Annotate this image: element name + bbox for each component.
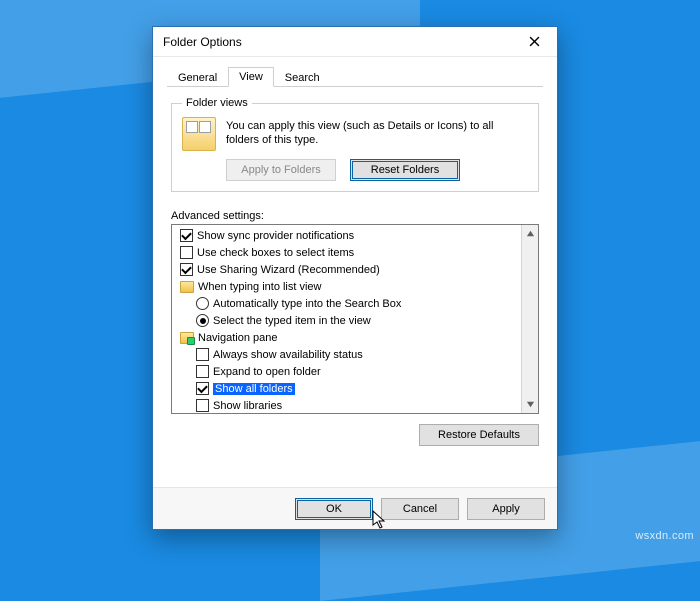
ok-button[interactable]: OK: [295, 498, 373, 520]
apply-button[interactable]: Apply: [467, 498, 545, 520]
advanced-settings-list[interactable]: Show sync provider notifications Use che…: [172, 225, 521, 413]
tab-view[interactable]: View: [228, 67, 274, 87]
scroll-down-button[interactable]: [522, 396, 538, 413]
item-label: Always show availability status: [213, 349, 363, 361]
list-item-show-all-folders[interactable]: Show all folders: [174, 380, 519, 397]
tab-general[interactable]: General: [167, 68, 228, 87]
list-item[interactable]: Always show availability status: [174, 346, 519, 363]
cancel-button[interactable]: Cancel: [381, 498, 459, 520]
tab-search[interactable]: Search: [274, 68, 331, 87]
scroll-up-button[interactable]: [522, 225, 538, 242]
checkbox-icon[interactable]: [196, 348, 209, 361]
checkbox-icon[interactable]: [180, 229, 193, 242]
navigation-pane-icon: [180, 332, 194, 344]
item-label-selected: Show all folders: [213, 383, 295, 395]
item-label: Navigation pane: [198, 332, 278, 344]
folder-options-dialog: Folder Options General View Search Folde…: [152, 26, 558, 530]
restore-defaults-button[interactable]: Restore Defaults: [419, 424, 539, 446]
radio-icon[interactable]: [196, 297, 209, 310]
item-label: When typing into list view: [198, 281, 322, 293]
folder-views-text: You can apply this view (such as Details…: [226, 119, 528, 148]
list-group: When typing into list view: [174, 278, 519, 295]
close-button[interactable]: [511, 27, 557, 57]
scrollbar[interactable]: [521, 225, 538, 413]
folder-views-group: Folder views You can apply this view (su…: [171, 97, 539, 192]
item-label: Use Sharing Wizard (Recommended): [197, 264, 380, 276]
dialog-footer: OK Cancel Apply: [153, 487, 557, 529]
checkbox-icon[interactable]: [196, 399, 209, 412]
close-icon: [529, 36, 540, 47]
list-item[interactable]: Use check boxes to select items: [174, 244, 519, 261]
apply-to-folders-button[interactable]: Apply to Folders: [226, 159, 336, 181]
advanced-settings-box: Show sync provider notifications Use che…: [171, 224, 539, 414]
watermark: wsxdn.com: [635, 530, 694, 542]
item-label: Select the typed item in the view: [213, 315, 371, 327]
list-item[interactable]: Automatically type into the Search Box: [174, 295, 519, 312]
scroll-track[interactable]: [522, 242, 538, 396]
reset-folders-button[interactable]: Reset Folders: [350, 159, 460, 181]
window-title: Folder Options: [153, 35, 242, 49]
list-item[interactable]: Use Sharing Wizard (Recommended): [174, 261, 519, 278]
list-item[interactable]: Show libraries: [174, 397, 519, 413]
item-label: Automatically type into the Search Box: [213, 298, 401, 310]
checkbox-icon[interactable]: [180, 263, 193, 276]
folder-views-icon: [182, 117, 216, 151]
item-label: Use check boxes to select items: [197, 247, 354, 259]
list-group: Navigation pane: [174, 329, 519, 346]
list-item[interactable]: Expand to open folder: [174, 363, 519, 380]
folder-views-legend: Folder views: [182, 97, 252, 109]
advanced-settings-label: Advanced settings:: [171, 210, 539, 222]
list-item[interactable]: Select the typed item in the view: [174, 312, 519, 329]
radio-icon[interactable]: [196, 314, 209, 327]
titlebar: Folder Options: [153, 27, 557, 57]
item-label: Show libraries: [213, 400, 282, 412]
tab-strip: General View Search: [167, 65, 543, 87]
folder-icon: [180, 281, 194, 293]
item-label: Expand to open folder: [213, 366, 321, 378]
list-item[interactable]: Show sync provider notifications: [174, 227, 519, 244]
checkbox-icon[interactable]: [196, 365, 209, 378]
checkbox-icon[interactable]: [196, 382, 209, 395]
item-label: Show sync provider notifications: [197, 230, 354, 242]
checkbox-icon[interactable]: [180, 246, 193, 259]
